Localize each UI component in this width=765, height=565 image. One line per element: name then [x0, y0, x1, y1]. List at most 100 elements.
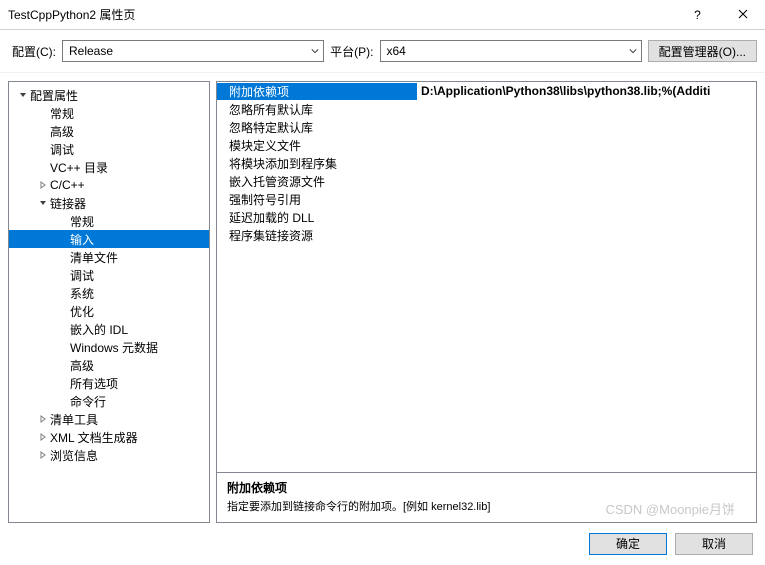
tree-item[interactable]: VC++ 目录 — [9, 158, 209, 176]
tree-item-label: XML 文档生成器 — [50, 429, 138, 446]
property-name: 嵌入托管资源文件 — [217, 173, 417, 190]
tree-item-label: 高级 — [50, 123, 74, 140]
spacer-icon — [57, 306, 68, 317]
property-row[interactable]: 嵌入托管资源文件 — [217, 172, 756, 190]
tree-item-label: 所有选项 — [70, 375, 118, 392]
tree-item[interactable]: 清单工具 — [9, 410, 209, 428]
spacer-icon — [37, 144, 48, 155]
property-name: 强制符号引用 — [217, 191, 417, 208]
tree-item[interactable]: 配置属性 — [9, 86, 209, 104]
platform-select[interactable]: x64 — [380, 40, 642, 62]
tree-item-label: 嵌入的 IDL — [70, 321, 128, 338]
property-grid[interactable]: 附加依赖项D:\Application\Python38\libs\python… — [216, 81, 757, 473]
tree-item[interactable]: 输入 — [9, 230, 209, 248]
spacer-icon — [37, 162, 48, 173]
tree-item-label: 配置属性 — [30, 87, 78, 104]
nav-tree[interactable]: 配置属性常规高级调试VC++ 目录C/C++链接器常规输入清单文件调试系统优化嵌… — [8, 81, 210, 523]
tree-item-label: 常规 — [70, 213, 94, 230]
cancel-button[interactable]: 取消 — [675, 533, 753, 555]
tree-item-label: 命令行 — [70, 393, 106, 410]
property-row[interactable]: 程序集链接资源 — [217, 226, 756, 244]
triangle-right-icon — [37, 414, 48, 425]
property-row[interactable]: 忽略特定默认库 — [217, 118, 756, 136]
property-name: 将模块添加到程序集 — [217, 155, 417, 172]
triangle-right-icon — [37, 180, 48, 191]
tree-item[interactable]: C/C++ — [9, 176, 209, 194]
footer: 确定 取消 — [0, 523, 765, 565]
property-name: 模块定义文件 — [217, 137, 417, 154]
property-row[interactable]: 强制符号引用 — [217, 190, 756, 208]
tree-item-label: 优化 — [70, 303, 94, 320]
property-name: 忽略所有默认库 — [217, 101, 417, 118]
tree-item[interactable]: 命令行 — [9, 392, 209, 410]
right-pane: 附加依赖项 D:\Application\Python38\libs\python… — [216, 81, 757, 523]
tree-item-label: 调试 — [70, 267, 94, 284]
tree-item[interactable]: 高级 — [9, 122, 209, 140]
spacer-icon — [57, 360, 68, 371]
config-manager-button[interactable]: 配置管理器(O)... — [648, 40, 757, 62]
titlebar: TestCppPython2 属性页 ? — [0, 0, 765, 30]
tree-item[interactable]: 链接器 — [9, 194, 209, 212]
ok-button[interactable]: 确定 — [589, 533, 667, 555]
tree-item[interactable]: 系统 — [9, 284, 209, 302]
property-row[interactable]: 延迟加载的 DLL — [217, 208, 756, 226]
description-title: 附加依赖项 — [227, 479, 746, 496]
config-label: 配置(C): — [12, 43, 56, 60]
spacer-icon — [57, 216, 68, 227]
property-name: 延迟加载的 DLL — [217, 209, 417, 226]
spacer-icon — [57, 288, 68, 299]
tree-item[interactable]: 调试 — [9, 140, 209, 158]
spacer-icon — [37, 126, 48, 137]
triangle-right-icon — [37, 450, 48, 461]
tree-item-label: 输入 — [70, 231, 94, 248]
tree-item-label: 清单文件 — [70, 249, 118, 266]
spacer-icon — [57, 234, 68, 245]
property-row[interactable]: 将模块添加到程序集 — [217, 154, 756, 172]
property-name: 忽略特定默认库 — [217, 119, 417, 136]
platform-label: 平台(P): — [330, 43, 373, 60]
tree-item-label: 常规 — [50, 105, 74, 122]
chevron-down-icon — [311, 47, 319, 55]
tree-item[interactable]: 优化 — [9, 302, 209, 320]
tree-item-label: 浏览信息 — [50, 447, 98, 464]
triangle-down-icon — [37, 198, 48, 209]
close-button[interactable] — [720, 0, 765, 30]
tree-item-label: 调试 — [50, 141, 74, 158]
tree-item-label: C/C++ — [50, 178, 85, 192]
spacer-icon — [57, 378, 68, 389]
tree-item[interactable]: 常规 — [9, 104, 209, 122]
triangle-right-icon — [37, 432, 48, 443]
tree-item[interactable]: 调试 — [9, 266, 209, 284]
close-icon — [738, 8, 748, 22]
tree-item-label: 高级 — [70, 357, 94, 374]
triangle-down-icon — [17, 90, 28, 101]
tree-item[interactable]: XML 文档生成器 — [9, 428, 209, 446]
body: 配置属性常规高级调试VC++ 目录C/C++链接器常规输入清单文件调试系统优化嵌… — [0, 73, 765, 523]
tree-item-label: 链接器 — [50, 195, 86, 212]
tree-item[interactable]: 浏览信息 — [9, 446, 209, 464]
spacer-icon — [57, 252, 68, 263]
property-name: 程序集链接资源 — [217, 227, 417, 244]
property-row[interactable]: 附加依赖项D:\Application\Python38\libs\python… — [217, 82, 756, 100]
tree-item[interactable]: 常规 — [9, 212, 209, 230]
tree-item-label: VC++ 目录 — [50, 159, 108, 176]
config-row: 配置(C): Release 平台(P): x64 配置管理器(O)... — [0, 30, 765, 73]
tree-item-label: 系统 — [70, 285, 94, 302]
spacer-icon — [37, 108, 48, 119]
chevron-down-icon — [629, 47, 637, 55]
help-icon: ? — [694, 8, 701, 22]
tree-item[interactable]: 高级 — [9, 356, 209, 374]
help-button[interactable]: ? — [675, 0, 720, 30]
tree-item[interactable]: 清单文件 — [9, 248, 209, 266]
tree-item[interactable]: Windows 元数据 — [9, 338, 209, 356]
spacer-icon — [57, 396, 68, 407]
property-row[interactable]: 忽略所有默认库 — [217, 100, 756, 118]
tree-item[interactable]: 嵌入的 IDL — [9, 320, 209, 338]
spacer-icon — [57, 342, 68, 353]
platform-value: x64 — [387, 44, 406, 58]
tree-item-label: 清单工具 — [50, 411, 98, 428]
config-select[interactable]: Release — [62, 40, 324, 62]
tree-item[interactable]: 所有选项 — [9, 374, 209, 392]
property-value[interactable]: D:\Application\Python38\libs\python38.li… — [417, 84, 756, 98]
property-row[interactable]: 模块定义文件 — [217, 136, 756, 154]
